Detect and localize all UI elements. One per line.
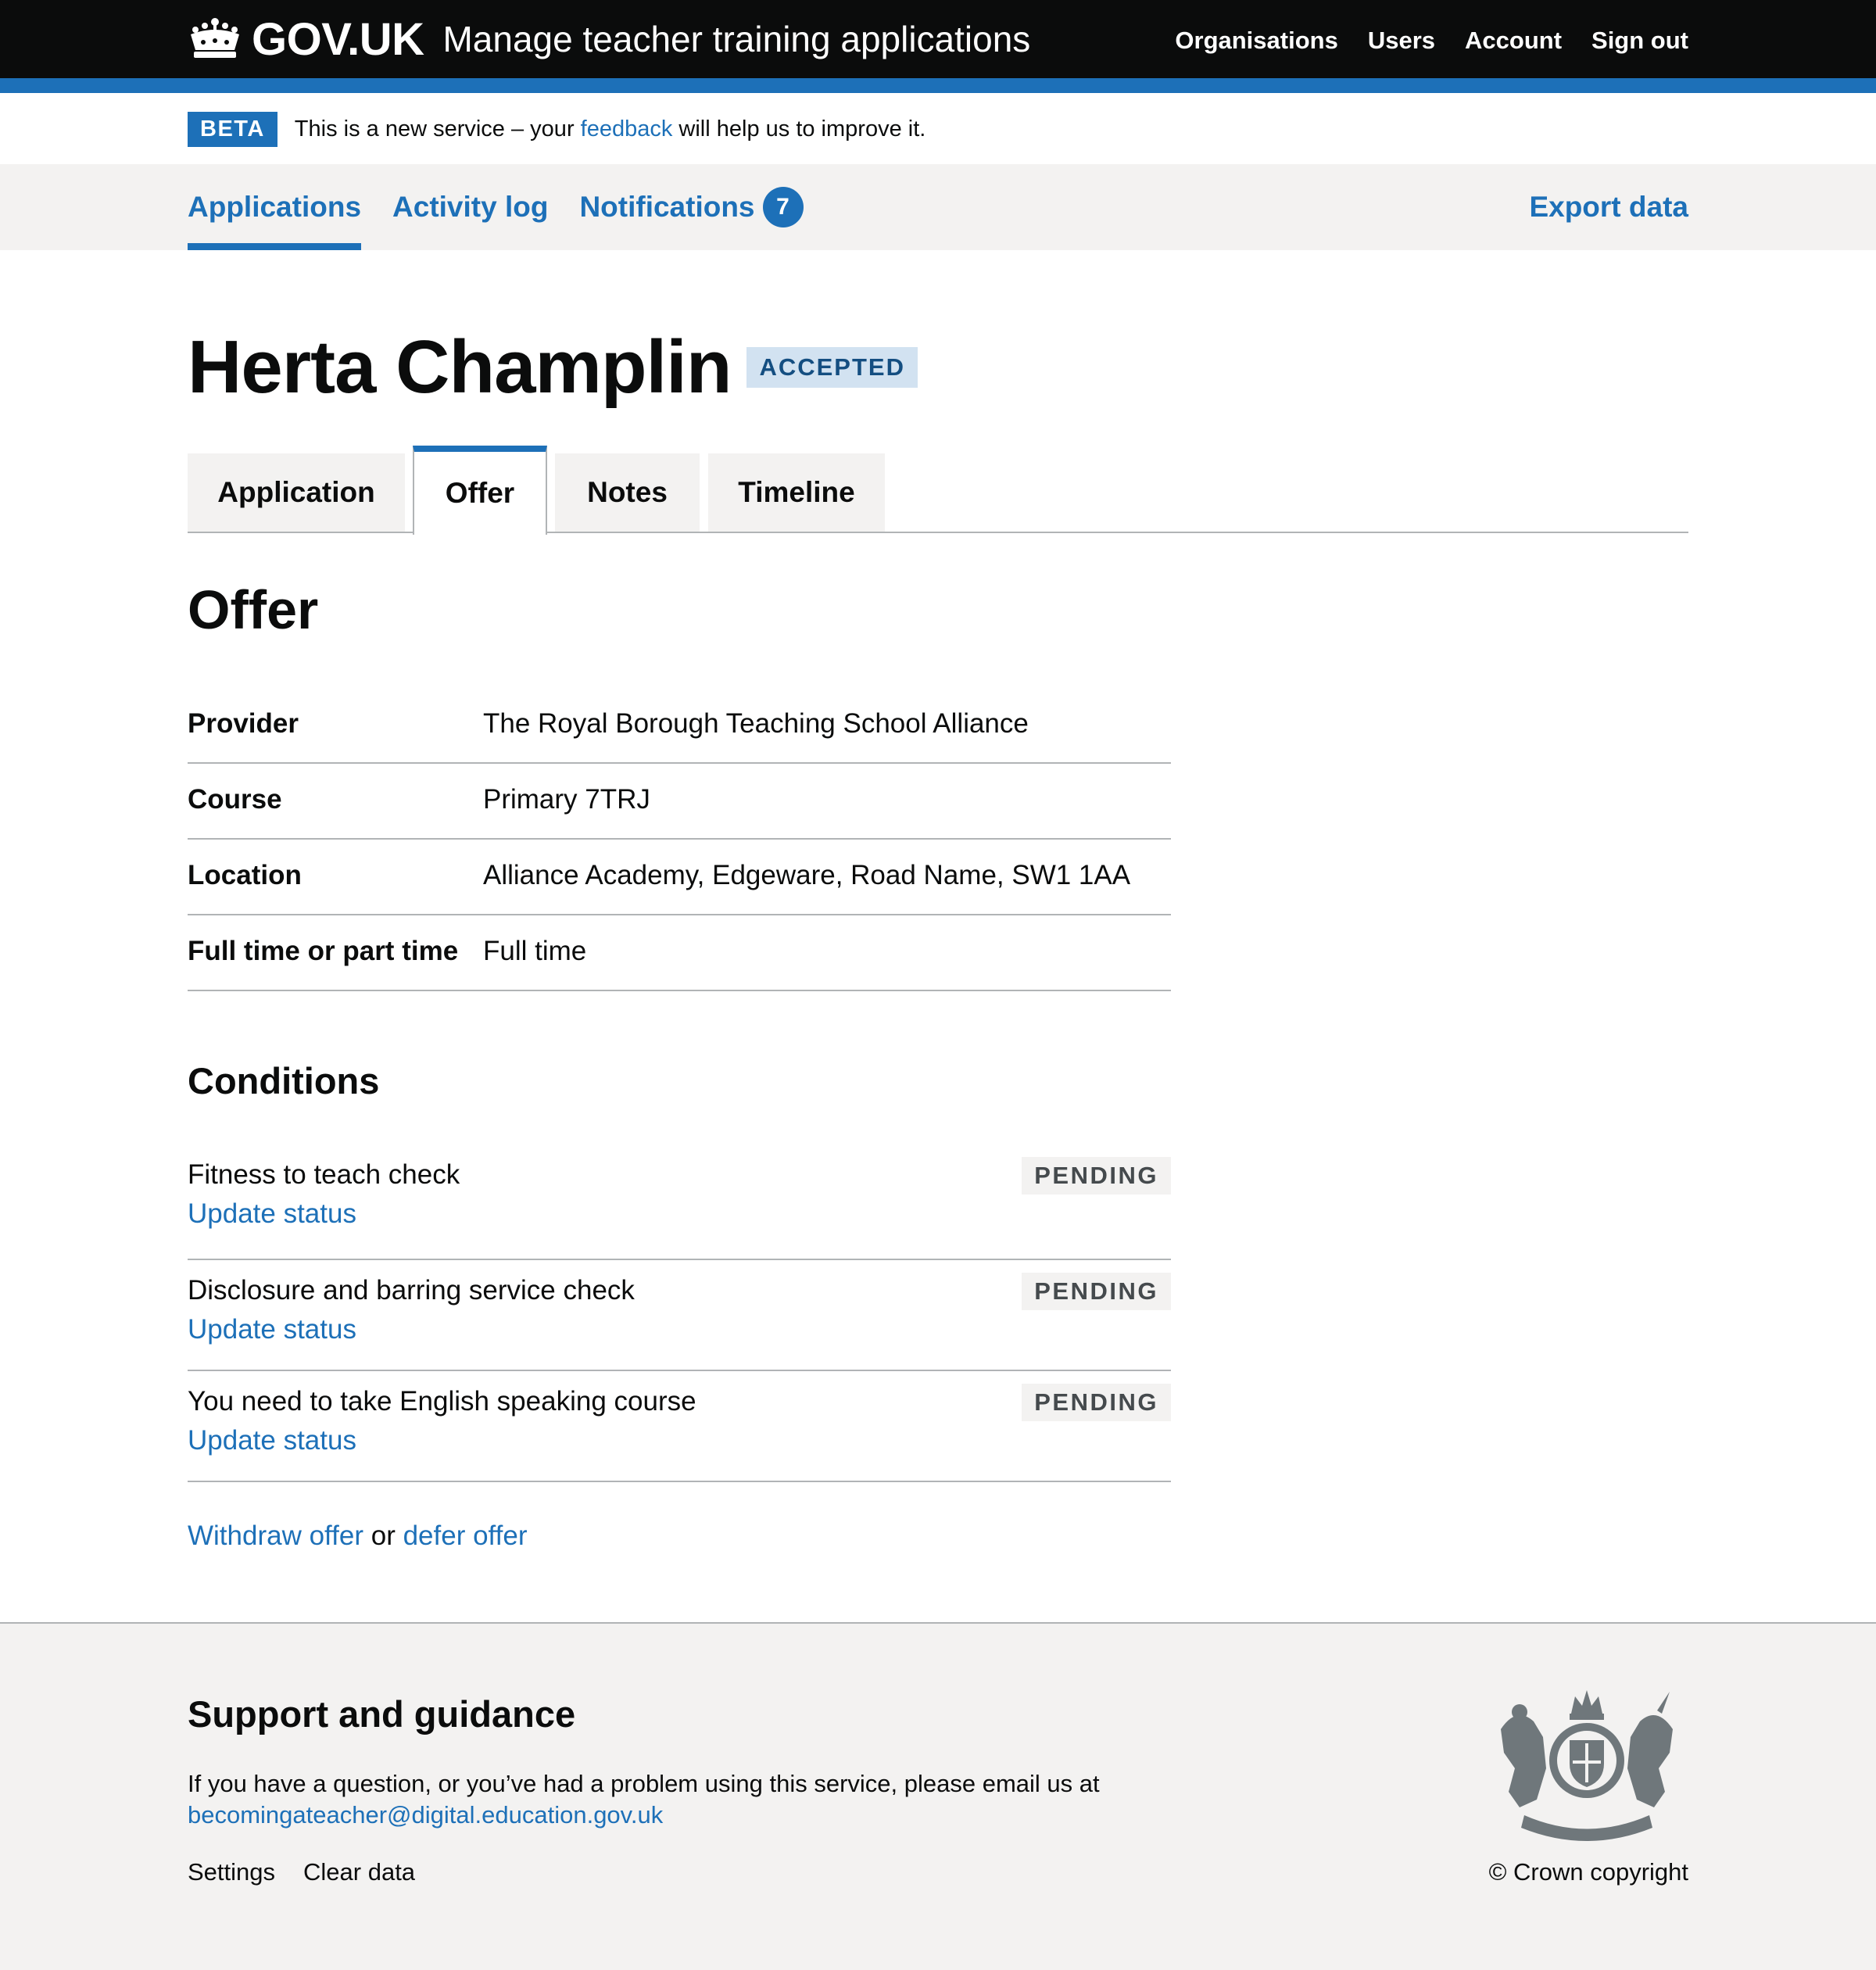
service-name: Manage teacher training applications [442, 19, 1031, 59]
tab-offer[interactable]: Offer [413, 446, 547, 535]
primary-nav-list: Applications Activity log Notifications 7 [188, 164, 804, 250]
tab-notes[interactable]: Notes [555, 453, 700, 532]
crown-copyright: © Crown copyright [1488, 1858, 1688, 1886]
export-data-link[interactable]: Export data [1529, 164, 1688, 250]
update-status-link[interactable]: Update status [188, 1195, 1171, 1234]
defer-offer-link[interactable]: defer offer [403, 1520, 528, 1551]
summary-key: Provider [188, 708, 299, 739]
update-status-link[interactable]: Update status [188, 1421, 1171, 1460]
summary-value: Full time [483, 936, 587, 966]
sub-navigation-tabs: Application Offer Notes Timeline [188, 446, 1688, 535]
condition-item: Disclosure and barring service check Upd… [188, 1260, 1171, 1371]
nav-activity-log[interactable]: Activity log [392, 164, 548, 250]
actions-or-text: or [363, 1520, 403, 1551]
nav-sign-out[interactable]: Sign out [1591, 27, 1688, 55]
beta-text-before: This is a new service – your [294, 116, 581, 141]
candidate-name: Herta Champlin [188, 325, 732, 409]
phase-banner: BETA This is a new service – your feedba… [188, 109, 925, 149]
header-nav: Organisations Users Account Sign out [1175, 27, 1688, 55]
tab-timeline[interactable]: Timeline [708, 453, 885, 532]
offer-summary-list: Provider The Royal Borough Teaching Scho… [188, 688, 1171, 991]
crown-icon [191, 18, 239, 58]
footer-support-text: If you have a question, or you’ve had a … [188, 1768, 1204, 1831]
footer-clear-data-link[interactable]: Clear data [303, 1858, 415, 1886]
footer-support-sentence: If you have a question, or you’ve had a … [188, 1770, 1100, 1797]
status-badge: ACCEPTED [746, 347, 918, 388]
summary-value: Alliance Academy, Edgeware, Road Name, S… [483, 860, 1131, 890]
support-email-link[interactable]: becomingateacher@digital.education.gov.u… [188, 1801, 663, 1829]
royal-coat-of-arms-icon [1501, 1690, 1673, 1841]
site-header: GOV.UK Manage teacher training applicati… [0, 0, 1876, 78]
condition-item: Fitness to teach check Update status PEN… [188, 1149, 1171, 1260]
summary-key: Location [188, 860, 302, 890]
summary-row-course: Course Primary 7TRJ [188, 764, 1171, 840]
update-status-link[interactable]: Update status [188, 1310, 1171, 1349]
nav-notifications[interactable]: Notifications 7 [579, 164, 804, 250]
summary-key: Course [188, 784, 282, 815]
summary-row-study-mode: Full time or part time Full time [188, 915, 1171, 991]
summary-value: The Royal Borough Teaching School Allian… [483, 708, 1029, 739]
footer-heading: Support and guidance [188, 1693, 576, 1735]
nav-notifications-label: Notifications [579, 191, 755, 223]
notifications-count-badge: 7 [762, 187, 804, 227]
condition-item: You need to take English speaking course… [188, 1371, 1171, 1482]
govuk-logo-link[interactable]: GOV.UK Manage teacher training applicati… [188, 13, 1030, 66]
nav-account[interactable]: Account [1465, 27, 1562, 55]
summary-value: Primary 7TRJ [483, 784, 650, 815]
summary-row-provider: Provider The Royal Borough Teaching Scho… [188, 688, 1171, 764]
summary-key: Full time or part time [188, 936, 459, 966]
conditions-heading: Conditions [188, 1060, 380, 1101]
condition-status-badge: PENDING [1022, 1273, 1171, 1310]
condition-status-badge: PENDING [1022, 1384, 1171, 1421]
feedback-link[interactable]: feedback [581, 116, 673, 141]
page-heading: Herta Champlin ACCEPTED [188, 324, 918, 410]
beta-tag: BETA [188, 111, 277, 147]
beta-text: This is a new service – your feedback wi… [295, 116, 926, 142]
condition-status-badge: PENDING [1022, 1157, 1171, 1195]
nav-applications[interactable]: Applications [188, 164, 362, 250]
primary-navigation: Applications Activity log Notifications 7… [0, 164, 1876, 250]
nav-users[interactable]: Users [1368, 27, 1435, 55]
site-footer: Support and guidance If you have a quest… [0, 1622, 1876, 1970]
beta-text-after: will help us to improve it. [672, 116, 926, 141]
govuk-brand: GOV.UK [252, 13, 424, 65]
offer-actions: Withdraw offer or defer offer [188, 1520, 527, 1552]
offer-heading: Offer [188, 579, 319, 640]
footer-settings-link[interactable]: Settings [188, 1858, 275, 1886]
withdraw-offer-link[interactable]: Withdraw offer [188, 1520, 363, 1551]
tab-application[interactable]: Application [188, 453, 405, 532]
conditions-list: Fitness to teach check Update status PEN… [188, 1149, 1171, 1482]
footer-links: Settings Clear data [188, 1858, 415, 1886]
header-stripe [0, 78, 1876, 93]
summary-row-location: Location Alliance Academy, Edgeware, Roa… [188, 840, 1171, 915]
nav-organisations[interactable]: Organisations [1175, 27, 1337, 55]
